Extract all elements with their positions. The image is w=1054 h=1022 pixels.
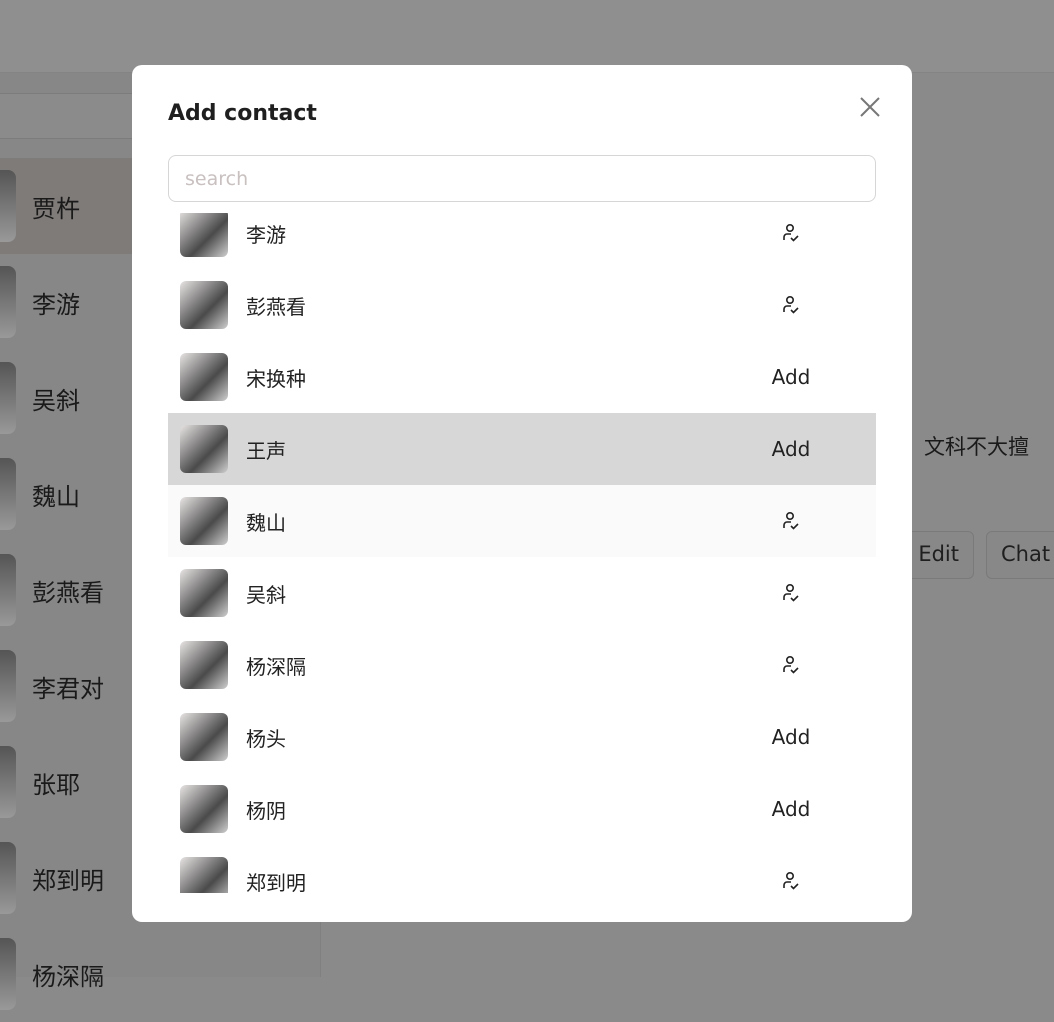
chat-button[interactable]: Chat (986, 531, 1054, 579)
contact-row[interactable]: 杨头 Add (168, 701, 876, 773)
avatar (180, 425, 228, 473)
contact-name: 李游 (246, 222, 286, 247)
contact-row[interactable]: 宋换种 Add (168, 341, 876, 413)
avatar (0, 650, 16, 722)
sidebar-item-label: 李游 (32, 290, 80, 319)
sidebar-item-label: 郑到明 (32, 866, 104, 895)
add-contact-dialog: Add contact 李游彭燕看宋换种 Add 王声 Add 魏山吴斜杨深隔杨头 Add… (132, 65, 912, 922)
user-check-icon (758, 223, 824, 243)
sidebar-item-label: 贾杵 (32, 194, 80, 223)
contact-name: 杨阴 (246, 798, 286, 823)
top-bar (0, 0, 1054, 73)
user-check-icon (758, 871, 824, 891)
contact-row[interactable]: 李游 (168, 213, 876, 269)
profile-signature: 文科不大擅 (924, 435, 1029, 459)
avatar (0, 458, 16, 530)
contact-name: 宋换种 (246, 366, 306, 391)
user-check-icon (758, 511, 824, 531)
contact-row[interactable]: 杨阴 Add (168, 773, 876, 845)
avatar (180, 213, 228, 257)
avatar (180, 569, 228, 617)
avatar (180, 497, 228, 545)
contact-row[interactable]: 魏山 (168, 485, 876, 557)
contact-list[interactable]: 李游彭燕看宋换种 Add 王声 Add 魏山吴斜杨深隔杨头 Add 杨阴 Add 郑到明 (168, 213, 876, 893)
avatar (0, 170, 16, 242)
contact-row[interactable]: 彭燕看 (168, 269, 876, 341)
contact-name: 彭燕看 (246, 294, 306, 319)
avatar (180, 785, 228, 833)
sidebar-item-label: 彭燕看 (32, 578, 104, 607)
avatar (0, 746, 16, 818)
contact-name: 杨头 (246, 726, 286, 751)
user-check-icon (758, 655, 824, 675)
sidebar-item-label: 魏山 (32, 482, 80, 511)
sidebar-item-label: 杨深隔 (32, 962, 104, 991)
contact-name: 魏山 (246, 510, 286, 535)
sidebar-item-label: 李君对 (32, 674, 104, 703)
avatar (180, 641, 228, 689)
sidebar-item-label: 吴斜 (32, 386, 80, 415)
user-check-icon (758, 295, 824, 315)
contact-name: 郑到明 (246, 870, 306, 894)
avatar (180, 857, 228, 893)
avatar (0, 266, 16, 338)
contact-row[interactable]: 王声 Add (168, 413, 876, 485)
close-icon[interactable] (856, 93, 884, 121)
user-check-icon (758, 583, 824, 603)
sidebar-item[interactable]: 杨深隔 (0, 926, 321, 1022)
add-button[interactable]: Add (758, 797, 824, 821)
avatar (0, 938, 16, 1010)
contact-name: 吴斜 (246, 582, 286, 607)
sidebar-item-label: 张耶 (32, 770, 80, 799)
add-button[interactable]: Add (758, 365, 824, 389)
avatar (180, 713, 228, 761)
avatar (180, 353, 228, 401)
avatar (180, 281, 228, 329)
avatar (0, 842, 16, 914)
dialog-title: Add contact (168, 101, 317, 126)
add-button[interactable]: Add (758, 725, 824, 749)
contact-row[interactable]: 吴斜 (168, 557, 876, 629)
avatar (0, 362, 16, 434)
avatar (0, 554, 16, 626)
contact-name: 王声 (246, 438, 286, 463)
search-input[interactable] (168, 155, 876, 202)
contact-name: 杨深隔 (246, 654, 306, 679)
add-button[interactable]: Add (758, 437, 824, 461)
contact-row[interactable]: 杨深隔 (168, 629, 876, 701)
contact-row[interactable]: 郑到明 (168, 845, 876, 893)
